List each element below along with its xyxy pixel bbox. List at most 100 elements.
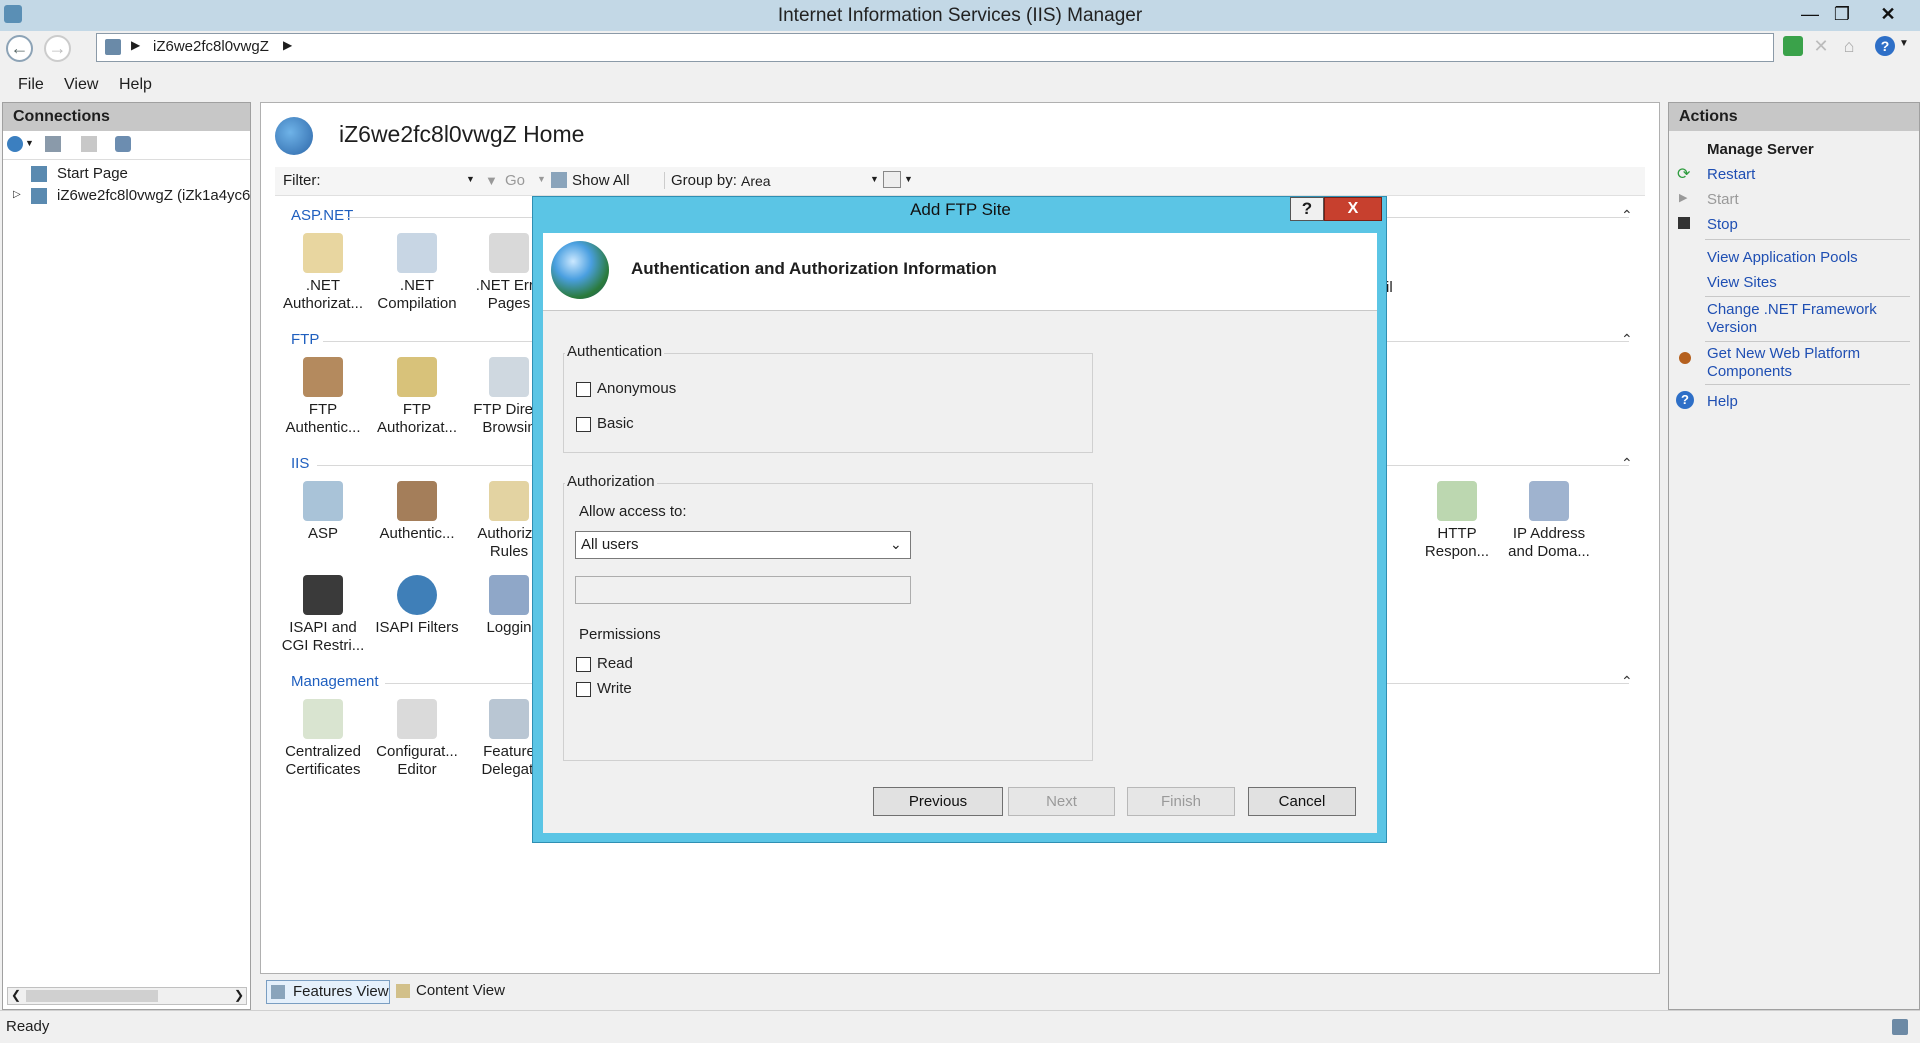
- up-icon[interactable]: [81, 136, 97, 152]
- log-book-icon: [489, 575, 529, 615]
- feature-ftp-authentication[interactable]: FTP Authentic...: [277, 357, 369, 437]
- tab-features-view[interactable]: Features View: [266, 980, 390, 1004]
- show-all-icon[interactable]: [551, 172, 567, 188]
- feature-ip-domain-restrictions[interactable]: IP Address and Doma...: [1503, 481, 1595, 561]
- finish-button[interactable]: Finish: [1127, 787, 1235, 816]
- chevron-down-icon[interactable]: ▼: [1899, 38, 1909, 49]
- disconnect-icon[interactable]: [115, 136, 131, 152]
- feature-asp[interactable]: ASP: [277, 481, 369, 543]
- help-link[interactable]: Help: [1707, 393, 1738, 411]
- feature-label: ISAPI Filters: [375, 619, 459, 636]
- write-checkbox[interactable]: [576, 682, 591, 697]
- group-management[interactable]: Management: [291, 673, 379, 690]
- basic-checkbox[interactable]: [576, 417, 591, 432]
- change-net-framework-link[interactable]: Change .NET Framework Version: [1707, 301, 1877, 337]
- collapse-icon[interactable]: ⌃: [1621, 455, 1633, 472]
- status-bar: Ready: [0, 1010, 1920, 1043]
- group-iis[interactable]: IIS: [291, 455, 309, 472]
- feature-configuration-editor[interactable]: Configurat... Editor: [371, 699, 463, 779]
- previous-button[interactable]: Previous: [873, 787, 1003, 816]
- feature-authentication[interactable]: Authentic...: [371, 481, 463, 543]
- restore-button[interactable]: ❐: [1822, 0, 1862, 28]
- cgi-console-icon: [303, 575, 343, 615]
- help-circle-icon: ?: [1676, 391, 1694, 409]
- anonymous-checkbox[interactable]: [576, 382, 591, 397]
- address-crumb[interactable]: iZ6we2fc8l0vwgZ: [153, 38, 269, 55]
- users-roles-input: [575, 576, 911, 604]
- ftp-key-icon: [397, 357, 437, 397]
- feature-ftp-authorization[interactable]: FTP Authorizat...: [371, 357, 463, 437]
- forward-button[interactable]: →: [44, 35, 71, 62]
- scroll-left-icon[interactable]: ❮: [11, 988, 21, 1002]
- chevron-down-icon[interactable]: ▼: [870, 174, 879, 184]
- feature-net-authorization[interactable]: .NET Authorizat...: [277, 233, 369, 313]
- dialog-help-button[interactable]: ?: [1290, 197, 1324, 221]
- feature-label: Respon...: [1424, 543, 1490, 560]
- next-button[interactable]: Next: [1008, 787, 1115, 816]
- go-icon[interactable]: ▼: [485, 173, 498, 188]
- address-box[interactable]: ▶ iZ6we2fc8l0vwgZ ▶: [96, 33, 1774, 62]
- view-application-pools-link[interactable]: View Application Pools: [1707, 249, 1858, 267]
- go-button[interactable]: Go: [505, 172, 525, 189]
- horizontal-scrollbar[interactable]: ❮ ❯: [7, 987, 247, 1005]
- menu-help[interactable]: Help: [119, 76, 152, 94]
- allow-access-select[interactable]: All users ⌄: [575, 531, 911, 559]
- group-aspnet[interactable]: ASP.NET: [291, 207, 353, 224]
- home-icon[interactable]: ⌂: [1839, 36, 1859, 56]
- menu-file[interactable]: File: [18, 76, 44, 94]
- save-icon[interactable]: [45, 136, 61, 152]
- chevron-down-icon[interactable]: ▼: [466, 174, 475, 184]
- anonymous-label[interactable]: Anonymous: [597, 380, 676, 397]
- cancel-button[interactable]: Cancel: [1248, 787, 1356, 816]
- write-label[interactable]: Write: [597, 680, 632, 697]
- groupby-select[interactable]: Area: [741, 173, 861, 189]
- content-view-icon: [396, 984, 410, 998]
- read-label[interactable]: Read: [597, 655, 633, 672]
- feature-label: Compilation: [377, 295, 457, 312]
- filter-input[interactable]: [325, 170, 475, 190]
- basic-label[interactable]: Basic: [597, 415, 634, 432]
- feature-isapi-cgi-restrictions[interactable]: ISAPI and CGI Restri...: [277, 575, 369, 655]
- collapse-icon[interactable]: ⌃: [1621, 331, 1633, 348]
- scroll-thumb[interactable]: [26, 990, 158, 1002]
- get-new-web-platform-link[interactable]: Get New Web Platform Components: [1707, 345, 1860, 381]
- chevron-down-icon[interactable]: ▼: [537, 174, 546, 184]
- feature-label: Centralized: [285, 743, 361, 760]
- stop-icon[interactable]: ✕: [1811, 36, 1831, 56]
- dialog-close-button[interactable]: X: [1324, 197, 1382, 221]
- close-window-button[interactable]: ✕: [1868, 0, 1908, 28]
- start-icon: ▶: [1679, 192, 1688, 204]
- group-ftp[interactable]: FTP: [291, 331, 319, 348]
- restart-link[interactable]: Restart: [1707, 166, 1755, 184]
- feature-isapi-filters[interactable]: ISAPI Filters: [371, 575, 463, 637]
- feature-centralized-certificates[interactable]: Centralized Certificates: [277, 699, 369, 779]
- user-lock-icon: [397, 481, 437, 521]
- menu-view[interactable]: View: [64, 76, 98, 94]
- divider: [1705, 296, 1910, 297]
- stop-link[interactable]: Stop: [1707, 216, 1738, 234]
- show-all-button[interactable]: Show All: [572, 172, 630, 189]
- view-sites-link[interactable]: View Sites: [1707, 274, 1777, 292]
- refresh-icon[interactable]: [1783, 36, 1803, 56]
- chevron-down-icon[interactable]: ▼: [904, 174, 913, 184]
- chevron-down-icon[interactable]: ▼: [25, 138, 34, 148]
- status-text: Ready: [6, 1018, 50, 1035]
- scroll-right-icon[interactable]: ❯: [234, 988, 244, 1002]
- feature-label: Certificates: [285, 761, 361, 778]
- read-checkbox[interactable]: [576, 657, 591, 672]
- collapse-icon[interactable]: ⌃: [1621, 673, 1633, 690]
- feature-http-response-headers[interactable]: HTTP Respon...: [1411, 481, 1503, 561]
- view-mode-icon[interactable]: [883, 171, 901, 188]
- chevron-right-icon[interactable]: ▶: [283, 38, 292, 52]
- start-link[interactable]: Start: [1707, 191, 1739, 209]
- tree-server-label: iZ6we2fc8l0vwgZ (iZk1a4yc65: [57, 187, 251, 204]
- expand-arrow-icon[interactable]: ▷: [13, 189, 21, 200]
- help-icon[interactable]: ?: [1875, 36, 1895, 56]
- tab-content-view[interactable]: Content View: [394, 980, 524, 1004]
- globe-connect-icon[interactable]: [7, 136, 23, 152]
- lock-doc-icon: [303, 233, 343, 273]
- back-button[interactable]: ←: [6, 35, 33, 62]
- feature-net-compilation[interactable]: .NET Compilation: [371, 233, 463, 313]
- collapse-icon[interactable]: ⌃: [1621, 207, 1633, 224]
- groupby-label: Group by:: [664, 172, 737, 189]
